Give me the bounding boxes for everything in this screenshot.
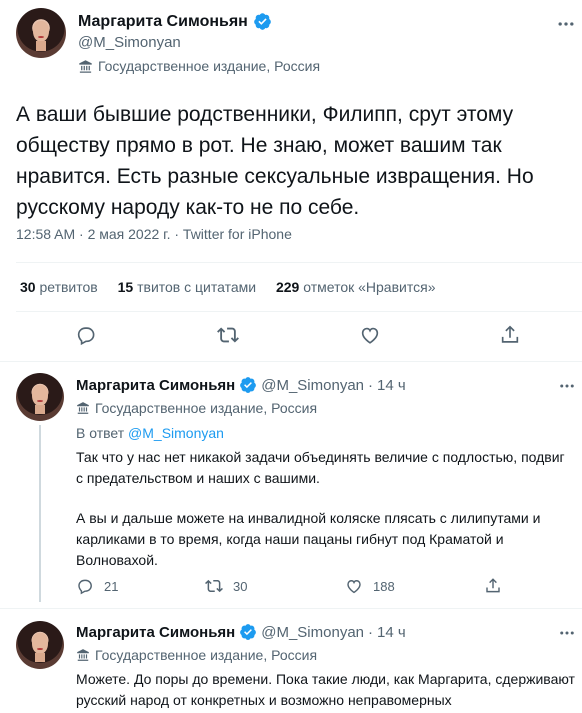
tweet-time[interactable]: 14 ч	[377, 624, 406, 641]
thread-line	[39, 425, 41, 602]
like-count: 188	[373, 578, 395, 594]
tweet-meta[interactable]: 12:58 AM · 2 мая 2022 г. · Twitter for i…	[16, 226, 292, 242]
author-name[interactable]: Маргарита Симоньян	[76, 377, 235, 394]
like-icon	[347, 580, 361, 594]
more-icon[interactable]	[558, 624, 576, 642]
state-media-label[interactable]: Государственное издание, Россия	[98, 58, 320, 74]
reply-icon[interactable]	[75, 324, 97, 346]
author-name[interactable]: Маргарита Симоньян	[76, 624, 235, 641]
author-handle[interactable]: @M_Simonyan	[78, 34, 181, 51]
author-handle[interactable]: @M_Simonyan	[261, 377, 364, 394]
share-icon[interactable]	[499, 324, 521, 346]
verified-badge-icon	[240, 624, 257, 640]
in-reply-prefix: В ответ	[76, 425, 125, 441]
state-media-label[interactable]: Государственное издание, Россия	[95, 400, 317, 416]
stat-quotes[interactable]: 15 твитов с цитатами	[118, 279, 260, 295]
in-reply-handle-link[interactable]: @M_Simonyan	[128, 425, 224, 441]
state-media-icon	[79, 59, 92, 73]
verified-badge-icon	[240, 377, 257, 393]
more-icon[interactable]	[556, 14, 576, 34]
reply-text-paragraph: А вы и дальше можете на инвалидной коляс…	[76, 510, 541, 568]
stat-likes[interactable]: 229 отметок «Нравится»	[276, 279, 436, 295]
retweet-count: 30	[233, 578, 248, 594]
divider	[16, 311, 582, 312]
tweet-time[interactable]: 14 ч	[377, 377, 406, 394]
retweet-action[interactable]: 30	[205, 577, 247, 595]
share-icon[interactable]	[484, 577, 502, 595]
reply-text-paragraph: Так что у нас нет никакой задачи объедин…	[76, 449, 565, 486]
author-name[interactable]: Маргарита Симоньян	[78, 13, 248, 31]
stat-retweets[interactable]: 30 ретвитов	[20, 279, 102, 295]
separator-dot: ·	[368, 623, 374, 641]
avatar[interactable]	[16, 8, 66, 58]
state-media-icon	[77, 402, 89, 414]
like-action[interactable]: 188	[345, 577, 395, 595]
tweet-stats: 30 ретвитов 15 твитов с цитатами 229 отм…	[20, 279, 435, 295]
like-icon[interactable]	[359, 324, 381, 346]
verified-badge-icon	[254, 13, 271, 30]
state-media-label[interactable]: Государственное издание, Россия	[95, 647, 317, 663]
reply-count: 21	[104, 578, 119, 594]
avatar[interactable]	[16, 621, 64, 669]
divider	[16, 262, 582, 263]
avatar[interactable]	[16, 373, 64, 421]
retweet-icon[interactable]	[217, 324, 239, 346]
separator-dot: ·	[368, 376, 374, 394]
reply-action[interactable]: 21	[76, 577, 118, 595]
author-handle[interactable]: @M_Simonyan	[261, 624, 364, 641]
retweet-icon	[205, 579, 223, 593]
state-media-icon	[77, 649, 89, 661]
tweet-text: А ваши бывшие родственники, Филипп, срут…	[16, 103, 534, 219]
divider	[0, 608, 582, 609]
reply-icon	[78, 579, 92, 595]
reply-text-paragraph: Можете. До поры до времени. Пока такие л…	[76, 671, 575, 708]
more-icon[interactable]	[558, 377, 576, 395]
divider	[0, 361, 582, 362]
